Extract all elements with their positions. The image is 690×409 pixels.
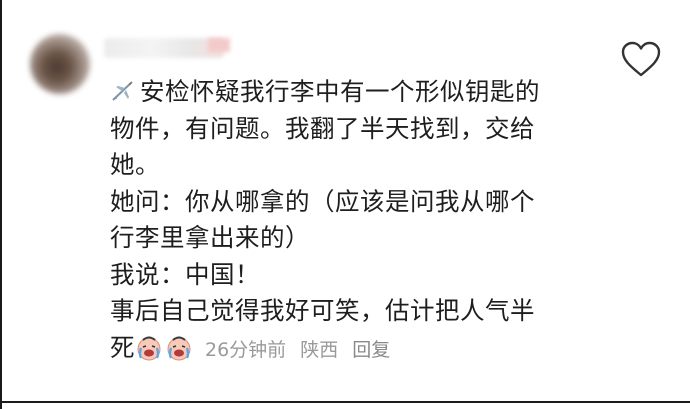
comment-body: 安检怀疑我行李中有一个形似钥匙的 物件，有问题。我翻了半天找到，交给 她。 她问… bbox=[110, 74, 610, 366]
left-border bbox=[0, 0, 2, 409]
comment-screen: 安检怀疑我行李中有一个形似钥匙的 物件，有问题。我翻了半天找到，交给 她。 她问… bbox=[0, 0, 690, 409]
comment-text-line: 她。 bbox=[110, 150, 160, 179]
bottom-border bbox=[0, 401, 690, 403]
location: 陕西 bbox=[300, 338, 339, 361]
comment-text-line: 安检怀疑我行李中有一个形似钥匙的 bbox=[140, 77, 540, 106]
crying-laughing-emoji bbox=[167, 336, 191, 360]
comment-text-line: 我说：中国！ bbox=[110, 259, 260, 289]
comment-last-line: 死 26分钟前 陕西 回复 bbox=[110, 330, 610, 367]
comment-meta: 26分钟前 陕西 回复 bbox=[205, 339, 404, 361]
username-blurred[interactable] bbox=[104, 38, 224, 58]
airplane-icon bbox=[112, 81, 133, 101]
comment-text-line: 物件，有问题。我翻了半天找到，交给 bbox=[110, 113, 535, 143]
heart-outline-icon bbox=[621, 41, 661, 77]
like-button[interactable] bbox=[620, 40, 662, 80]
comment-text-line: 她问：你从哪拿的（应该是问我从哪个 bbox=[110, 186, 535, 216]
comment-text-line: 死 bbox=[110, 332, 135, 362]
timestamp: 26分钟前 bbox=[205, 338, 287, 361]
comment-text-line: 事后自己觉得我好可笑，估计把人气半 bbox=[110, 296, 535, 325]
comment-text-line: 行李里拿出来的） bbox=[110, 223, 310, 252]
username-blurred-tail bbox=[208, 38, 230, 52]
comment-line-1: 安检怀疑我行李中有一个形似钥匙的 bbox=[110, 74, 610, 111]
crying-laughing-emoji bbox=[137, 336, 161, 360]
avatar[interactable] bbox=[30, 34, 90, 94]
reply-button[interactable]: 回复 bbox=[352, 339, 390, 361]
